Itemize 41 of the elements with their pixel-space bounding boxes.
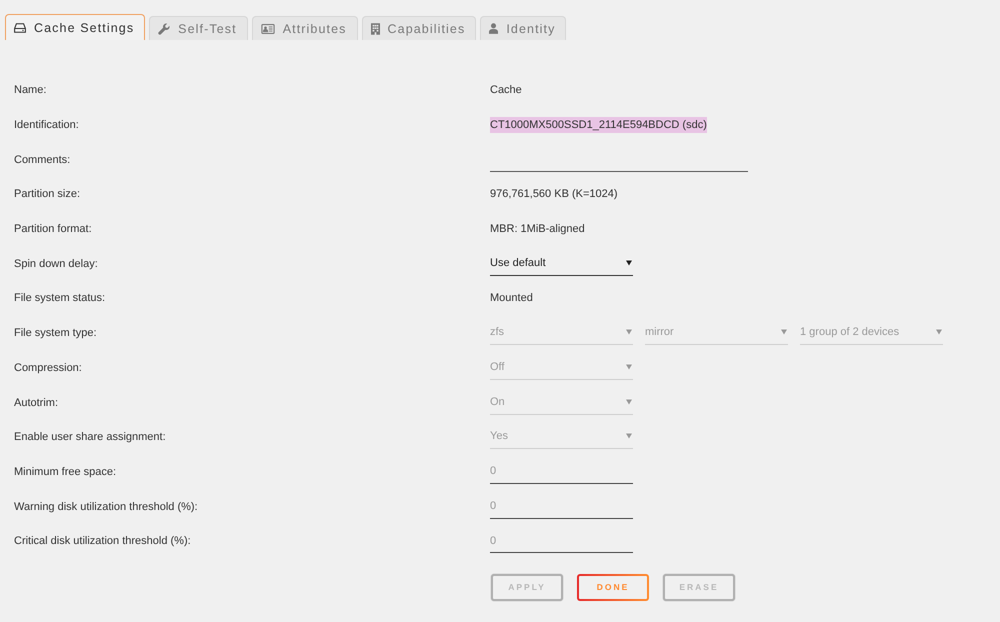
field-label: Warning disk utilization threshold (%): — [14, 500, 199, 513]
number-field[interactable]: 0 — [490, 494, 633, 519]
tab[interactable]: Cache Settings — [5, 14, 146, 40]
hard-drive-icon — [14, 22, 26, 32]
caret-icon — [936, 329, 942, 336]
field-label: Enable user share assignment: — [14, 431, 167, 444]
number-field[interactable]: 0 — [490, 529, 633, 554]
field-label: File system type: — [14, 327, 98, 340]
caret-icon — [626, 433, 632, 440]
field-label: Identification: — [14, 119, 80, 132]
field-label: Compression: — [14, 362, 83, 374]
tab[interactable]: Identity — [480, 16, 566, 40]
caret-icon — [626, 398, 632, 405]
building-icon — [370, 22, 380, 34]
field-value: CT1000MX500SSD1_2114E594BDCD (sdc) — [490, 117, 707, 134]
field-label: File system status: — [14, 292, 106, 304]
caret-icon — [781, 329, 787, 336]
select-field[interactable]: Use default — [490, 252, 633, 276]
field-value: Cache — [490, 83, 522, 98]
field-label: Spin down delay: — [14, 258, 99, 270]
tab[interactable]: Self-Test — [149, 16, 248, 40]
field-value: MBR: 1MiB-aligned — [490, 222, 585, 238]
caret-icon — [626, 260, 632, 266]
id-card-icon — [260, 24, 275, 34]
caret-icon — [626, 364, 632, 370]
tab[interactable]: Attributes — [252, 16, 358, 40]
field-value: 976,761,560 KB (K=1024) — [490, 187, 618, 202]
field-label: Comments: — [14, 154, 72, 166]
number-field[interactable]: 0 — [490, 460, 633, 484]
field-label: Autotrim: — [14, 396, 60, 409]
field-label: Critical disk utilization threshold (%): — [14, 535, 192, 548]
action-button[interactable]: DONE — [577, 574, 649, 601]
field-label: Partition size: — [14, 188, 82, 200]
caret-icon — [626, 329, 632, 336]
wrench-icon — [158, 22, 170, 34]
tab[interactable]: Capabilities — [362, 16, 476, 40]
user-icon — [489, 23, 498, 34]
field-label: Partition format: — [14, 223, 93, 236]
field-label: Minimum free space: — [14, 466, 118, 478]
field-label: Name: — [14, 84, 48, 96]
field-value: Mounted — [490, 291, 533, 306]
